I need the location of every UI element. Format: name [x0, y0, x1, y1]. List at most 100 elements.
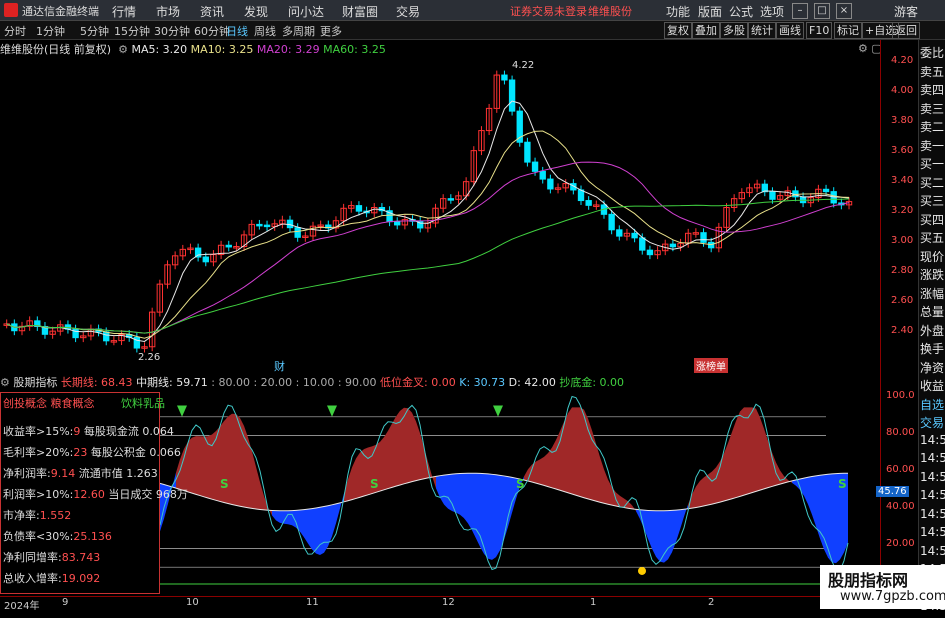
- tf-60min[interactable]: 60分钟: [194, 23, 230, 39]
- ma10-label: MA10: 3.25: [190, 43, 254, 56]
- tf-fenshi[interactable]: 分时: [4, 23, 26, 39]
- stock-link[interactable]: 维维股份: [588, 3, 632, 19]
- restore-icon[interactable]: □: [814, 3, 830, 19]
- side-item[interactable]: 换手: [920, 340, 945, 359]
- trend-band: [668, 510, 672, 560]
- side-item[interactable]: 买二: [920, 174, 945, 193]
- candle-body: [202, 256, 209, 263]
- side-item[interactable]: 涨幅: [920, 285, 945, 304]
- menu-wenxiaoda[interactable]: 问小达: [288, 3, 324, 20]
- candle-body: [669, 243, 677, 248]
- close-icon[interactable]: ×: [836, 3, 852, 19]
- side-item[interactable]: 委比: [920, 44, 945, 63]
- side-item[interactable]: 买五: [920, 229, 945, 248]
- candle-body: [225, 244, 232, 248]
- stock-title[interactable]: 维维股份(日线 前复权): [0, 43, 111, 56]
- menu-banmian[interactable]: 版面: [698, 3, 722, 20]
- trend-band: [196, 436, 200, 496]
- side-item[interactable]: 净资: [920, 359, 945, 378]
- side-item[interactable]: 14:56: [920, 451, 945, 470]
- user-guest[interactable]: 游客: [894, 3, 918, 20]
- indicator-tick: 60.00: [886, 464, 915, 475]
- trend-band: [332, 503, 336, 537]
- quote-side-panel: 委比 卖五 卖四 卖三 卖二 卖一 买一 买二 买三 买四 买五 现价 涨跌 涨幅 总量 外盘 换手 净资 收益 自选…: [918, 40, 945, 613]
- side-item[interactable]: 涨跌: [920, 266, 945, 285]
- side-item[interactable]: 交易: [920, 414, 945, 433]
- menu-gongshi[interactable]: 公式: [729, 3, 753, 20]
- side-item[interactable]: 14:56: [920, 433, 945, 452]
- side-item[interactable]: 卖四: [920, 81, 945, 100]
- tf-daily[interactable]: 日线: [226, 23, 248, 39]
- date-tick: 12: [442, 597, 455, 608]
- trend-band: [540, 456, 544, 486]
- trade-login-warning[interactable]: 证券交易未登录: [510, 3, 587, 19]
- side-item[interactable]: 收益: [920, 377, 945, 396]
- candle-body: [394, 221, 401, 226]
- side-item[interactable]: 14:56: [920, 507, 945, 526]
- side-item[interactable]: 现价: [920, 248, 945, 267]
- trend-band: [696, 480, 700, 508]
- tf-15min[interactable]: 15分钟: [114, 23, 150, 39]
- trend-band: [648, 510, 652, 549]
- side-item[interactable]: 买三: [920, 192, 945, 211]
- menu-hangqing[interactable]: 行情: [112, 3, 136, 20]
- event-marker-cai[interactable]: 财: [274, 358, 285, 374]
- trend-band: [728, 432, 732, 500]
- candle-body: [194, 247, 202, 258]
- menu-xuanxiang[interactable]: 选项: [760, 3, 784, 20]
- btn-back[interactable]: 返回: [892, 22, 920, 39]
- trend-band: [736, 411, 740, 498]
- menu-zixun[interactable]: 资讯: [200, 3, 224, 20]
- side-item[interactable]: 14:56: [920, 470, 945, 489]
- tf-more[interactable]: 更多: [320, 23, 342, 39]
- side-item[interactable]: 14:56: [920, 525, 945, 544]
- side-item[interactable]: 外盘: [920, 322, 945, 341]
- btn-biaoji[interactable]: 标记: [834, 22, 862, 39]
- menu-gongneng[interactable]: 功能: [666, 3, 690, 20]
- trend-band: [580, 407, 584, 498]
- trend-band: [304, 509, 308, 544]
- trend-band: [456, 473, 460, 515]
- side-item[interactable]: 卖一: [920, 137, 945, 156]
- side-item[interactable]: 卖五: [920, 63, 945, 82]
- trend-band: [448, 474, 452, 511]
- chart-settings-icon[interactable]: ⚙ ▢: [858, 42, 882, 55]
- tf-1min[interactable]: 1分钟: [36, 23, 65, 39]
- menu-faxian[interactable]: 发现: [244, 3, 268, 20]
- trend-band: [808, 476, 812, 515]
- settings-icon[interactable]: ⚙: [115, 43, 128, 56]
- side-item[interactable]: 14:56: [920, 544, 945, 563]
- side-item[interactable]: 自选: [920, 396, 945, 415]
- event-marker-zt[interactable]: 涨榜单: [694, 358, 728, 373]
- trend-band: [780, 470, 784, 485]
- trend-band: [724, 443, 728, 502]
- btn-diejia[interactable]: 叠加: [692, 22, 720, 39]
- fundamental-row: 收益率>15%:9 每股现金流 0.064: [3, 425, 174, 438]
- menu-jiaoyi[interactable]: 交易: [396, 3, 420, 20]
- btn-f10[interactable]: F10: [806, 22, 833, 39]
- btn-fuquan[interactable]: 复权: [664, 22, 692, 39]
- tf-30min[interactable]: 30分钟: [154, 23, 190, 39]
- candle-body: [547, 178, 554, 190]
- tf-5min[interactable]: 5分钟: [80, 23, 109, 39]
- menu-caifuquan[interactable]: 财富圈: [342, 3, 378, 20]
- trend-band: [440, 475, 444, 505]
- tf-weekly[interactable]: 周线: [254, 23, 276, 39]
- side-item[interactable]: 卖三: [920, 100, 945, 119]
- trend-band: [496, 474, 500, 558]
- side-item[interactable]: 买一: [920, 155, 945, 174]
- price-tick: 2.40: [891, 325, 914, 336]
- side-item[interactable]: 买四: [920, 211, 945, 230]
- side-item[interactable]: 卖二: [920, 118, 945, 137]
- menu-shichang[interactable]: 市场: [156, 3, 180, 20]
- side-item[interactable]: 14:56: [920, 488, 945, 507]
- candlestick-chart[interactable]: 4.22 2.26: [0, 56, 880, 366]
- tf-multi[interactable]: 多周期: [282, 23, 315, 39]
- trend-band: [204, 436, 208, 499]
- btn-huaxian[interactable]: 画线: [776, 22, 804, 39]
- side-item[interactable]: 总量: [920, 303, 945, 322]
- sell-signal-label: S: [370, 477, 379, 491]
- minimize-icon[interactable]: –: [792, 3, 808, 19]
- btn-tongji[interactable]: 统计: [748, 22, 776, 39]
- btn-duogu[interactable]: 多股: [720, 22, 748, 39]
